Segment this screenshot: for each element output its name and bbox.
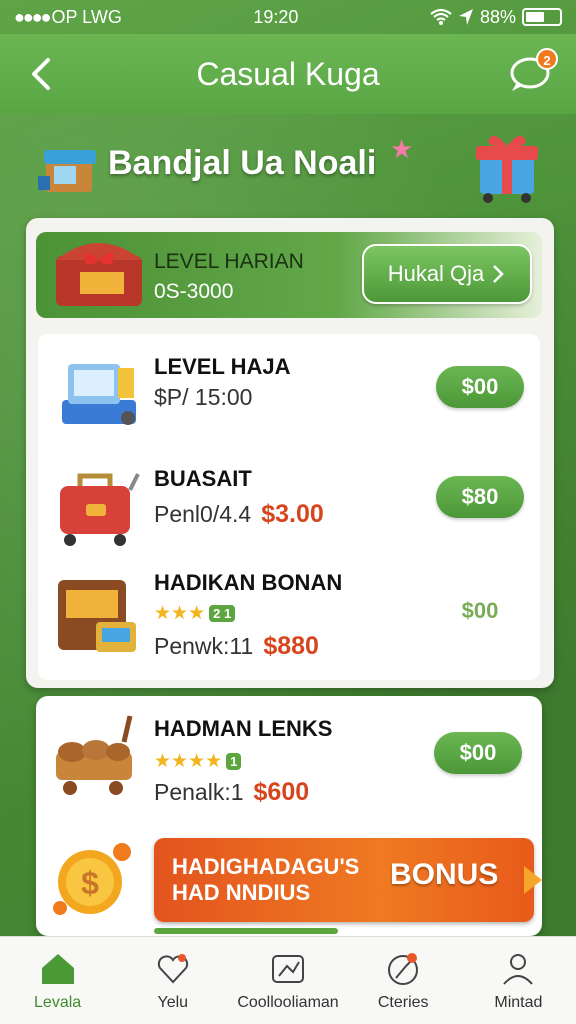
shop-stall-icon <box>38 150 96 192</box>
bonus-text-line1: HADIGHADAGU'S <box>172 854 360 879</box>
tab-mintad[interactable]: Mintad <box>461 937 576 1024</box>
back-button[interactable] <box>26 54 66 94</box>
list-item[interactable]: LEVEL HAJA $P/ 15:00 $00 <box>38 338 540 448</box>
status-bar: ●●●● OP LWG 19:20 88% <box>0 0 576 34</box>
star-icon: ★★★★ <box>154 751 223 772</box>
chat-button[interactable]: 2 <box>508 48 558 94</box>
item-list: LEVEL HAJA $P/ 15:00 $00 BUASAIT Penl0/4… <box>38 334 540 680</box>
item-name: HADMAN LENKS <box>154 716 333 741</box>
signal-dots-icon: ●●●● <box>14 6 51 27</box>
cash-register-icon <box>62 364 136 425</box>
tab-coollooliaman[interactable]: Coollooliaman <box>230 937 345 1024</box>
bonus-tag: BONUS <box>390 858 499 891</box>
buy-button[interactable]: $00 <box>436 590 524 632</box>
carrier-label: OP LWG <box>51 6 122 27</box>
page-title: Casual Kuga <box>196 55 380 92</box>
tab-cteries[interactable]: Cteries <box>346 937 461 1024</box>
item-price: $600 <box>253 778 310 806</box>
featured-subtitle: 0S-3000 <box>154 280 234 303</box>
home-icon <box>41 953 74 984</box>
star-icon: ★★★ <box>154 603 206 624</box>
buy-button[interactable]: $00 <box>436 366 524 408</box>
rating-stars: ★★★★ 1 <box>154 750 242 773</box>
item-meta: Penwk:11 $880 <box>154 632 319 661</box>
gold-coin-icon: $ <box>53 843 131 915</box>
wood-cart-icon <box>56 715 133 795</box>
buy-button[interactable]: $80 <box>436 476 524 518</box>
banner-title: Bandjal Ua Noali <box>108 144 377 182</box>
battery-percent: 88% <box>479 6 516 27</box>
list-item[interactable]: HADMAN LENKS ★★★★ 1 Penalk:1 $600 $00 <box>36 702 538 812</box>
level-badge: 2 1 <box>209 605 236 622</box>
item-meta: $P/ 15:00 <box>154 384 252 411</box>
item-meta-text: $P/ 15:00 <box>154 384 253 410</box>
notification-badge: 2 <box>536 48 558 70</box>
featured-offer: LEVEL HARIAN 0S-3000 Hukal Qja <box>36 232 542 318</box>
level-badge: 1 <box>226 753 242 770</box>
chevron-right-icon <box>493 265 505 283</box>
item-meta: Penl0/4.4 $3.00 <box>154 500 324 529</box>
tab-levala[interactable]: Levala <box>0 937 115 1024</box>
tab-label: Cteries <box>377 993 429 1011</box>
item-meta-text: Penwk:11 <box>154 633 254 659</box>
item-meta-text: Penl0/4.4 <box>154 501 252 527</box>
person-icon <box>503 953 534 985</box>
treasure-chest-icon <box>56 243 142 306</box>
progress-strip <box>154 928 338 934</box>
list-item[interactable]: BUASAIT Penl0/4.4 $3.00 $80 <box>38 450 540 560</box>
featured-title: LEVEL HARIAN <box>154 250 304 273</box>
bonus-text-line2: HAD NNDIUS <box>172 880 311 905</box>
location-arrow-icon <box>458 9 473 25</box>
arrow-right-icon <box>524 866 542 894</box>
item-price: $880 <box>263 632 319 660</box>
app-header: Casual Kuga 2 <box>0 34 576 114</box>
suitcase-icon <box>60 473 140 546</box>
featured-action-button[interactable]: Hukal Qja <box>362 244 532 304</box>
tab-label: Coollooliaman <box>237 993 339 1011</box>
item-price: $3.00 <box>261 500 324 528</box>
wifi-icon <box>430 8 452 25</box>
vending-machine-icon <box>58 580 136 652</box>
tab-yelu[interactable]: Yelu <box>115 937 230 1024</box>
bonus-banner[interactable]: HADIGHADAGU'S HAD NNDIUS BONUS <box>154 838 542 922</box>
tab-label: Yelu <box>157 993 189 1011</box>
item-name: BUASAIT <box>154 466 252 491</box>
rating-stars: ★★★ 2 1 <box>154 602 236 625</box>
bottom-tab-bar: Levala Yelu Coollooliaman Cteries Mintad <box>0 936 576 1024</box>
tab-label: Levala <box>34 993 82 1011</box>
chevron-left-icon <box>32 58 50 90</box>
clock: 19:20 <box>253 6 299 27</box>
item-name: LEVEL HAJA <box>154 354 291 379</box>
item-name: HADIKAN BONAN <box>154 570 343 595</box>
battery-icon <box>522 8 562 26</box>
list-item[interactable]: HADIKAN BONAN ★★★ 2 1 Penwk:11 $880 $00 <box>38 560 540 670</box>
compass-icon <box>388 952 419 985</box>
item-meta: Penalk:1 $600 <box>154 778 309 807</box>
chart-icon <box>272 954 304 983</box>
tab-label: Mintad <box>494 993 543 1011</box>
svg-text:$: $ <box>81 865 99 901</box>
item-meta-text: Penalk:1 <box>154 779 244 805</box>
bonus-text: HADIGHADAGU'S HAD NNDIUS <box>172 854 392 906</box>
sparkle-star-icon: ★ <box>390 134 414 164</box>
heart-search-icon <box>157 953 188 983</box>
gift-box-icon <box>476 135 538 203</box>
buy-button[interactable]: $00 <box>434 732 522 774</box>
featured-action-label: Hukal Qja <box>387 261 485 286</box>
